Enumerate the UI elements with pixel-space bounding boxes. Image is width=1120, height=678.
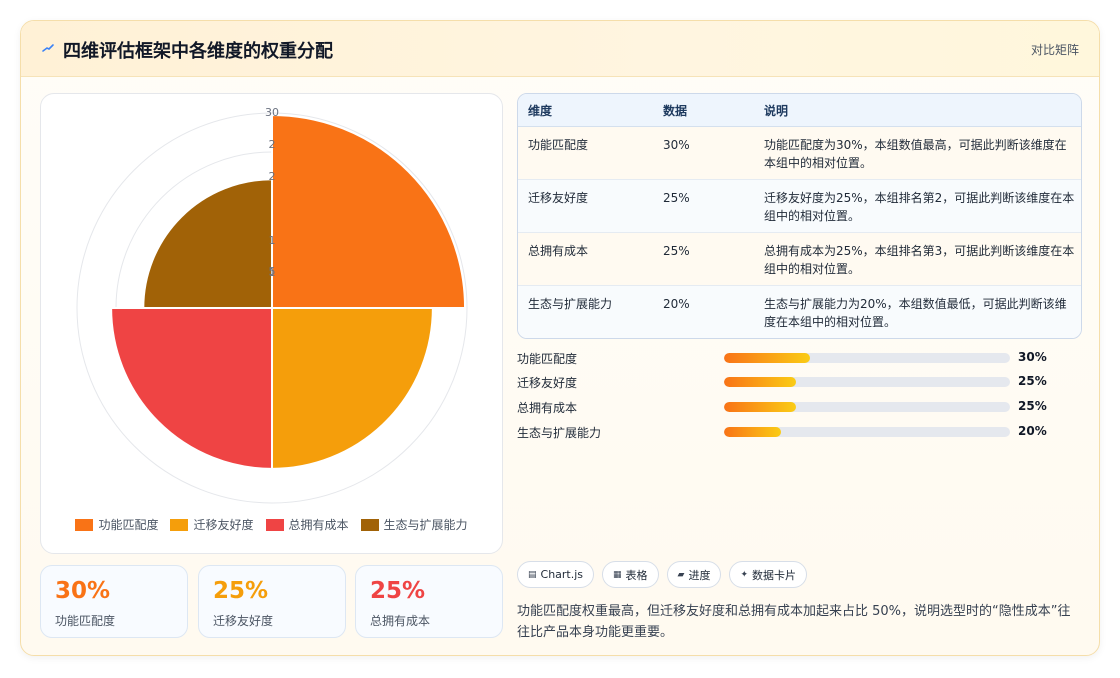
insight-note: 功能匹配度权重最高，但迁移友好度和总拥有成本加起来占比 50%，说明选型时的“隐… <box>517 604 1071 640</box>
feature-tags: ▤ Chart.js ▦ 表格 ▰ 进度 ✦ 数据卡片 <box>517 561 808 588</box>
progress-track <box>724 377 1010 387</box>
legend-swatch <box>265 518 284 531</box>
tag-chartjs[interactable]: ▤ Chart.js <box>517 561 595 588</box>
tag-data-cards[interactable]: ✦ 数据卡片 <box>729 561 808 588</box>
progress-value: 25% <box>1018 374 1047 388</box>
progress-row: 生态与扩展能力 20% <box>517 422 1082 442</box>
progress-label: 总拥有成本 <box>517 401 578 415</box>
table-cell-value: 20% <box>663 297 690 311</box>
progress-row: 总拥有成本 25% <box>517 397 1082 417</box>
legend-label: 功能匹配度 <box>98 518 159 532</box>
chart-card: 四维评估框架中各维度的权重分配 对比矩阵 30 2 2 1 1 5 功能匹配度 迁移友好度… <box>20 20 1100 656</box>
progress-label: 功能匹配度 <box>517 352 578 366</box>
table-cell-dimension: 功能匹配度 <box>528 138 589 152</box>
polar-chart-panel: 30 2 2 1 1 5 功能匹配度 迁移友好度 总拥有成本 生态与扩展能力 <box>40 93 503 554</box>
stat-label: 总拥有成本 <box>370 614 431 628</box>
legend-swatch <box>75 518 94 531</box>
polar-wedge <box>271 113 467 309</box>
table-cell-dimension: 总拥有成本 <box>528 244 589 258</box>
legend-label: 迁移友好度 <box>193 518 254 532</box>
chart-icon: ▤ <box>528 569 537 580</box>
table-row: 迁移友好度 25% 迁移友好度为25%，本组排名第2，可据此判断该维度在本组中的… <box>518 180 1081 233</box>
sparkle-icon: ✦ <box>740 569 749 580</box>
table-cell-description: 功能匹配度为30%，本组数值最高，可据此判断该维度在本组中的相对位置。 <box>764 138 1067 170</box>
stat-value: 30% <box>55 578 111 604</box>
progress-row: 功能匹配度 30% <box>517 348 1082 368</box>
radial-tick-label: 1 <box>269 234 276 247</box>
column-header: 数据 <box>663 104 688 118</box>
legend-swatch <box>360 518 379 531</box>
progress-fill <box>724 377 796 387</box>
table-cell-value: 30% <box>663 138 690 152</box>
polar-area-chart: 3022115 <box>76 106 468 504</box>
legend-item[interactable]: 迁移友好度 <box>170 516 254 533</box>
progress-track <box>724 402 1010 412</box>
radial-tick-label: 30 <box>265 106 279 119</box>
legend-label: 总拥有成本 <box>288 518 349 532</box>
stat-card: 25% 总拥有成本 <box>355 565 503 638</box>
card-header: 四维评估框架中各维度的权重分配 对比矩阵 <box>21 21 1099 77</box>
data-table: 维度 数据 说明 功能匹配度 30% 功能匹配度为30%，本组数值最高，可据此判… <box>517 93 1082 339</box>
table-row: 总拥有成本 25% 总拥有成本为25%，本组排名第3，可据此判断该维度在本组中的… <box>518 233 1081 286</box>
stat-value: 25% <box>213 578 269 604</box>
progress-label: 生态与扩展能力 <box>517 426 602 440</box>
progress-fill <box>724 427 782 437</box>
progress-value: 20% <box>1018 424 1047 438</box>
table-cell-dimension: 迁移友好度 <box>528 191 589 205</box>
table-cell-dimension: 生态与扩展能力 <box>528 297 613 311</box>
tag-label: 表格 <box>625 568 648 582</box>
table-cell-description: 迁移友好度为25%，本组排名第2，可据此判断该维度在本组中的相对位置。 <box>764 191 1075 223</box>
progress-fill <box>724 353 810 363</box>
legend-swatch <box>170 518 189 531</box>
lightning-icon <box>42 44 54 52</box>
compare-matrix-link[interactable]: 对比矩阵 <box>1031 41 1079 58</box>
card-title: 四维评估框架中各维度的权重分配 <box>63 41 333 62</box>
table-row: 功能匹配度 30% 功能匹配度为30%，本组数值最高，可据此判断该维度在本组中的… <box>518 127 1081 180</box>
radial-tick-label: 2 <box>269 138 276 151</box>
table-icon: ▦ <box>613 569 622 580</box>
tag-progress[interactable]: ▰ 进度 <box>666 561 722 588</box>
progress-row: 迁移友好度 25% <box>517 372 1082 392</box>
column-header: 说明 <box>764 104 789 118</box>
tag-table[interactable]: ▦ 表格 <box>602 561 659 588</box>
progress-icon: ▰ <box>677 569 685 580</box>
table-cell-description: 总拥有成本为25%，本组排名第3，可据此判断该维度在本组中的相对位置。 <box>764 244 1075 276</box>
tag-label: Chart.js <box>540 568 584 581</box>
stat-label: 迁移友好度 <box>213 614 274 628</box>
radial-tick-label: 5 <box>269 265 276 278</box>
legend-item[interactable]: 功能匹配度 <box>75 516 158 533</box>
tag-label: 数据卡片 <box>752 568 797 582</box>
stat-label: 功能匹配度 <box>55 614 116 628</box>
polar-wedge <box>110 307 273 470</box>
legend-label: 生态与扩展能力 <box>383 518 468 532</box>
radial-tick-label: 2 <box>269 170 276 183</box>
legend-item[interactable]: 总拥有成本 <box>265 516 349 533</box>
progress-track <box>724 353 1010 363</box>
progress-fill <box>724 402 796 412</box>
polar-wedge <box>142 178 273 309</box>
tag-label: 进度 <box>688 568 711 582</box>
progress-track <box>724 427 1010 437</box>
table-cell-description: 生态与扩展能力为20%，本组数值最低，可据此判断该维度在本组中的相对位置。 <box>764 297 1067 329</box>
progress-label: 迁移友好度 <box>517 376 578 390</box>
table-cell-value: 25% <box>663 191 690 205</box>
chart-legend: 功能匹配度 迁移友好度 总拥有成本 生态与扩展能力 <box>41 516 502 533</box>
table-header: 维度 数据 说明 <box>518 94 1081 127</box>
stat-value: 25% <box>370 578 426 604</box>
progress-value: 30% <box>1018 350 1047 364</box>
stat-card: 30% 功能匹配度 <box>40 565 188 638</box>
column-header: 维度 <box>528 104 553 118</box>
progress-value: 25% <box>1018 399 1047 413</box>
polar-wedge <box>271 307 434 470</box>
stat-card: 25% 迁移友好度 <box>198 565 346 638</box>
table-row: 生态与扩展能力 20% 生态与扩展能力为20%，本组数值最低，可据此判断该维度在… <box>518 286 1081 338</box>
legend-item[interactable]: 生态与扩展能力 <box>360 516 468 533</box>
table-cell-value: 25% <box>663 244 690 258</box>
